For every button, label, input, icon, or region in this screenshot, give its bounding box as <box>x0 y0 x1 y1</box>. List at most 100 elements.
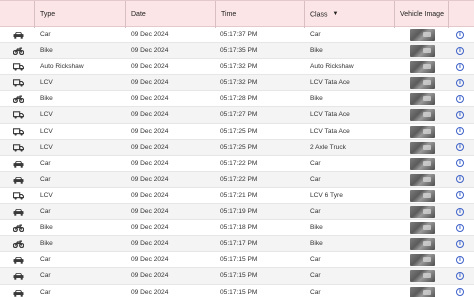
type-cell: Car <box>40 159 51 167</box>
vehicle-image-thumbnail[interactable] <box>410 254 435 267</box>
info-icon[interactable]: i <box>456 62 464 71</box>
vehicle-image-thumbnail[interactable] <box>410 61 435 74</box>
info-icon[interactable]: i <box>456 46 464 55</box>
vehicle-image-thumbnail[interactable] <box>410 157 435 170</box>
type-cell: Car <box>40 288 51 296</box>
date-cell: 09 Dec 2024 <box>131 208 169 216</box>
column-header-time[interactable]: Time <box>215 1 305 28</box>
table-row[interactable]: LCV 09 Dec 2024 05:17:27 PM LCV Tata Ace i <box>0 107 474 124</box>
info-icon[interactable]: i <box>456 223 464 232</box>
vehicle-image-thumbnail[interactable] <box>410 173 435 186</box>
class-cell: Car <box>310 256 321 264</box>
time-cell: 05:17:35 PM <box>220 47 258 55</box>
table-row[interactable]: Car 09 Dec 2024 05:17:22 PM Car i <box>0 171 474 188</box>
info-icon[interactable]: i <box>456 143 464 152</box>
info-icon[interactable]: i <box>456 239 464 248</box>
vehicle-image-thumbnail[interactable] <box>410 141 435 154</box>
column-header-vehicle-image-label: Vehicle Image <box>400 11 444 18</box>
info-icon[interactable]: i <box>456 288 464 296</box>
table-header: Type Date Time Class ▼ Vehicle Image <box>0 0 474 28</box>
time-cell: 05:17:32 PM <box>220 79 258 87</box>
type-cell: Car <box>40 256 51 264</box>
table-row[interactable]: LCV 09 Dec 2024 05:17:32 PM LCV Tata Ace i <box>0 75 474 92</box>
info-icon[interactable]: i <box>456 191 464 200</box>
table-row[interactable]: Bike 09 Dec 2024 05:17:35 PM Bike i <box>0 43 474 60</box>
time-cell: 05:17:15 PM <box>220 288 258 296</box>
type-cell: Bike <box>40 95 53 103</box>
vehicle-image-thumbnail[interactable] <box>410 93 435 106</box>
vehicle-image-thumbnail[interactable] <box>410 270 435 283</box>
class-cell: Bike <box>310 240 323 248</box>
column-header-class[interactable]: Class ▼ <box>304 1 394 28</box>
class-cell: Bike <box>310 47 323 55</box>
vehicle-image-thumbnail[interactable] <box>410 222 435 235</box>
table-row[interactable]: LCV 09 Dec 2024 05:17:25 PM LCV Tata Ace i <box>0 124 474 140</box>
date-cell: 09 Dec 2024 <box>131 240 169 248</box>
type-cell: Car <box>40 272 51 280</box>
table-row[interactable]: Bike 09 Dec 2024 05:17:17 PM Bike i <box>0 236 474 253</box>
table-row[interactable]: LCV 09 Dec 2024 05:17:25 PM 2 Axle Truck i <box>0 139 474 156</box>
date-cell: 09 Dec 2024 <box>131 256 169 264</box>
truck-icon <box>13 127 24 136</box>
car-icon <box>13 256 24 265</box>
vehicle-image-thumbnail[interactable] <box>410 45 435 58</box>
type-cell: Bike <box>40 47 53 55</box>
column-header-type[interactable]: Type <box>34 1 126 28</box>
vehicle-image-thumbnail[interactable] <box>410 109 435 122</box>
vehicle-image-thumbnail[interactable] <box>410 77 435 90</box>
table-row[interactable]: Car 09 Dec 2024 05:17:37 PM Car i <box>0 27 474 44</box>
car-icon <box>13 289 24 297</box>
info-icon[interactable]: i <box>456 78 464 87</box>
time-cell: 05:17:25 PM <box>220 143 258 151</box>
class-cell: 2 Axle Truck <box>310 143 346 151</box>
date-cell: 09 Dec 2024 <box>131 47 169 55</box>
table-row[interactable]: Bike 09 Dec 2024 05:17:28 PM Bike i <box>0 91 474 108</box>
vehicle-image-thumbnail[interactable] <box>410 125 435 138</box>
info-icon[interactable]: i <box>456 159 464 168</box>
table-row[interactable]: Car 09 Dec 2024 05:17:15 PM Car i <box>0 252 474 269</box>
date-cell: 09 Dec 2024 <box>131 288 169 296</box>
vehicle-image-thumbnail[interactable] <box>410 206 435 219</box>
table-row[interactable]: Car 09 Dec 2024 05:17:19 PM Car i <box>0 204 474 221</box>
time-cell: 05:17:28 PM <box>220 95 258 103</box>
time-cell: 05:17:18 PM <box>220 224 258 232</box>
info-icon[interactable]: i <box>456 30 464 39</box>
info-icon[interactable]: i <box>456 127 464 136</box>
type-cell: Bike <box>40 224 53 232</box>
vehicle-image-thumbnail[interactable] <box>410 29 435 41</box>
time-cell: 05:17:17 PM <box>220 240 258 248</box>
info-icon[interactable]: i <box>456 255 464 264</box>
info-icon[interactable]: i <box>456 94 464 103</box>
info-icon[interactable]: i <box>456 271 464 280</box>
table-row[interactable]: Bike 09 Dec 2024 05:17:18 PM Bike i <box>0 220 474 237</box>
info-icon[interactable]: i <box>456 175 464 184</box>
column-header-date[interactable]: Date <box>125 1 215 28</box>
vehicle-image-thumbnail[interactable] <box>410 189 435 202</box>
table-row[interactable]: Car 09 Dec 2024 05:17:15 PM Car i <box>0 285 474 297</box>
table-body: Car 09 Dec 2024 05:17:37 PM Car i Bike 09 Dec … <box>0 27 474 297</box>
time-cell: 05:17:37 PM <box>220 31 258 38</box>
table-row[interactable]: Auto Rickshaw 09 Dec 2024 05:17:32 PM Auto … <box>0 59 474 76</box>
car-icon <box>13 31 24 39</box>
table-row[interactable]: Car 09 Dec 2024 05:17:22 PM Car i <box>0 156 474 172</box>
type-cell: LCV <box>40 111 53 119</box>
vehicle-image-thumbnail[interactable] <box>410 286 435 297</box>
info-icon[interactable]: i <box>456 207 464 216</box>
time-cell: 05:17:15 PM <box>220 272 258 280</box>
class-cell: Car <box>310 31 321 38</box>
vehicle-image-thumbnail[interactable] <box>410 238 435 251</box>
time-cell: 05:17:19 PM <box>220 208 258 216</box>
table-row[interactable]: LCV 09 Dec 2024 05:17:21 PM LCV 6 Tyre i <box>0 188 474 205</box>
date-cell: 09 Dec 2024 <box>131 191 169 199</box>
sort-down-icon[interactable]: ▼ <box>333 1 339 28</box>
truck-icon <box>13 79 24 87</box>
table-row[interactable]: Car 09 Dec 2024 05:17:15 PM Car i <box>0 268 474 285</box>
column-header-time-label: Time <box>221 11 237 18</box>
car-icon <box>13 176 24 184</box>
type-cell: LCV <box>40 127 53 135</box>
class-cell: LCV 6 Tyre <box>310 191 343 199</box>
date-cell: 09 Dec 2024 <box>131 111 169 119</box>
date-cell: 09 Dec 2024 <box>131 272 169 280</box>
info-icon[interactable]: i <box>456 110 464 119</box>
column-header-class-label: Class <box>310 11 328 19</box>
